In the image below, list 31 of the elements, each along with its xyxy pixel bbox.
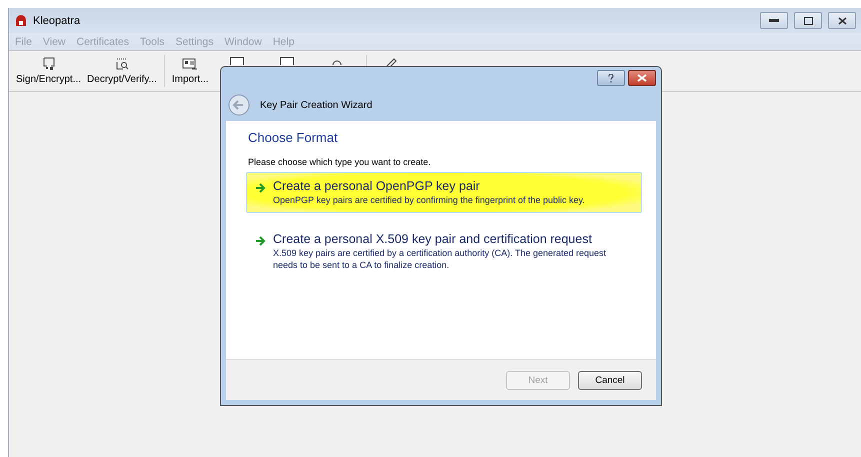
toolbar-button[interactable]: Decrypt/Verify... xyxy=(84,51,160,91)
dialog-button[interactable]: Cancel xyxy=(578,370,642,390)
close-icon xyxy=(838,16,846,24)
toolbar-button[interactable]: Import... xyxy=(168,51,212,91)
document-search-icon xyxy=(114,57,129,71)
option-title: Create a personal OpenPGP key pair xyxy=(273,179,481,193)
document-icon xyxy=(42,57,56,71)
app-icon xyxy=(15,14,27,26)
option-item[interactable]: Create a personal OpenPGP key pair OpenPGP key pairs are certified by confirming the fingerprint of the public key. xyxy=(246,172,642,213)
option-item[interactable]: Create a personal X.509 key pair and certification request X.509 key pairs are certified by a certification authority (CA). The generated request needs to be sent to a CA to finalize creation. xyxy=(246,225,642,278)
close-icon xyxy=(637,74,647,82)
pen-icon xyxy=(384,57,397,67)
dialog-title: Key Pair Creation Wizard xyxy=(260,100,372,110)
window-title: Kleopatra xyxy=(33,14,82,26)
close-button[interactable] xyxy=(828,12,856,29)
option-description: X.509 key pairs are certified by a certification authority (CA). The generated request needs to be sent to a CA to finalize creation. xyxy=(273,247,608,271)
arrow-icon xyxy=(255,236,266,246)
toolbar-button[interactable]: Sign/Encrypt... xyxy=(13,51,84,91)
close-button[interactable] xyxy=(628,70,656,86)
card-icon xyxy=(182,58,198,70)
prompt-text: Please choose which type you want to create. xyxy=(248,157,432,167)
minimize-icon xyxy=(769,18,779,22)
arrow-icon xyxy=(255,183,266,193)
minimize-button[interactable] xyxy=(760,12,788,29)
help-icon xyxy=(608,74,614,82)
help-button[interactable] xyxy=(597,70,625,86)
maximize-icon xyxy=(804,16,812,24)
option-title: Create a personal X.509 key pair and certification request xyxy=(273,232,593,246)
page-heading: Choose Format xyxy=(248,130,339,145)
option-description: OpenPGP key pairs are certified by confirming the fingerprint of the public key. xyxy=(273,194,585,206)
maximize-button[interactable] xyxy=(794,12,822,29)
